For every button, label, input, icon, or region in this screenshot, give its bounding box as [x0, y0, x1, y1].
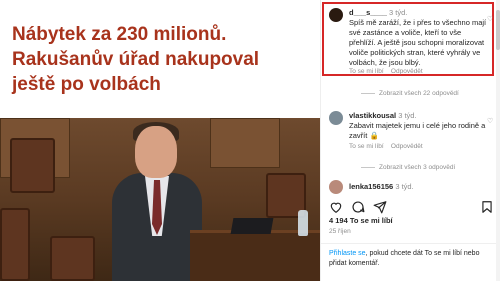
water-bottle: [298, 210, 308, 236]
bookmark-icon[interactable]: [480, 200, 494, 214]
comment-3: lenka156156 3 týd.: [349, 182, 489, 192]
seat: [10, 138, 55, 193]
avatar[interactable]: [329, 8, 343, 22]
post-date: 25 říjen: [329, 228, 351, 235]
view-replies-2[interactable]: Zobrazit všech 3 odpovědí: [361, 164, 455, 171]
comment-time: 3 týd.: [398, 111, 417, 120]
like-comment-heart-icon[interactable]: ♡: [487, 16, 494, 23]
comment-username[interactable]: vlastikkousal: [349, 111, 396, 120]
instagram-post-view: Nábytek za 230 milionů. Rakušanův úřad n…: [0, 0, 500, 281]
headline-line-3: ještě po volbách: [12, 74, 161, 95]
post-image[interactable]: Nábytek za 230 milionů. Rakušanův úřad n…: [0, 0, 320, 281]
login-link[interactable]: Přihlaste se: [329, 250, 366, 257]
avatar[interactable]: [329, 111, 343, 125]
headline-line-1: Nábytek za 230 milionů.: [12, 24, 227, 45]
comment-time: 3 týd.: [389, 8, 408, 17]
comment-like-link[interactable]: To se mi líbí: [349, 68, 384, 75]
comment-reply-link[interactable]: Odpovědět: [391, 143, 423, 150]
comment-username[interactable]: lenka156156: [349, 182, 393, 191]
share-icon[interactable]: [373, 200, 387, 214]
seat: [0, 208, 30, 281]
post-actions: [329, 200, 494, 216]
comment-actions: To se mi líbí Odpovědět: [349, 68, 423, 75]
avatar[interactable]: [329, 180, 343, 194]
wall-panel: [210, 118, 280, 168]
comment-text: Spíš mě zaráží, že i přes to všechno maj…: [349, 18, 487, 67]
comment-1: d___s____ 3 týd. Spíš mě zaráží, že i př…: [349, 8, 489, 68]
likes-count[interactable]: 4 194 To se mi líbí: [329, 216, 393, 225]
like-comment-heart-icon[interactable]: ♡: [487, 118, 494, 125]
person-head: [135, 126, 177, 178]
replies-line: [361, 167, 375, 168]
comment-2: vlastikkousal 3 týd. Zabavit majetek jem…: [349, 111, 489, 141]
view-replies-label: Zobrazit všech 3 odpovědí: [379, 164, 456, 171]
comment-like-link[interactable]: To se mi líbí: [349, 143, 384, 150]
comment-actions: To se mi líbí Odpovědět: [349, 143, 423, 150]
comment-icon[interactable]: [351, 200, 365, 214]
parliament-photo: [0, 118, 320, 281]
comments-panel: d___s____ 3 týd. Spíš mě zaráží, že i př…: [320, 0, 500, 281]
lock-emoji-icon: 🔒: [369, 131, 379, 140]
scrollbar-thumb[interactable]: [496, 10, 500, 50]
login-prompt: Přihlaste se, pokud chcete dát To se mi …: [329, 249, 494, 269]
heart-icon[interactable]: [329, 200, 343, 214]
headline-line-2: Rakušanův úřad nakupoval: [12, 49, 260, 70]
laptop: [230, 218, 274, 234]
desk: [190, 230, 320, 281]
view-replies-1[interactable]: Zobrazit všech 22 odpovědí: [361, 90, 459, 97]
comment-reply-link[interactable]: Odpovědět: [391, 68, 423, 75]
view-replies-label: Zobrazit všech 22 odpovědí: [379, 90, 459, 97]
post-headline: Nábytek za 230 milionů. Rakušanův úřad n…: [12, 22, 312, 97]
comment-username[interactable]: d___s____: [349, 8, 387, 17]
seat: [50, 236, 95, 281]
divider: [321, 243, 500, 244]
comment-time: 3 týd.: [395, 182, 414, 191]
replies-line: [361, 93, 375, 94]
